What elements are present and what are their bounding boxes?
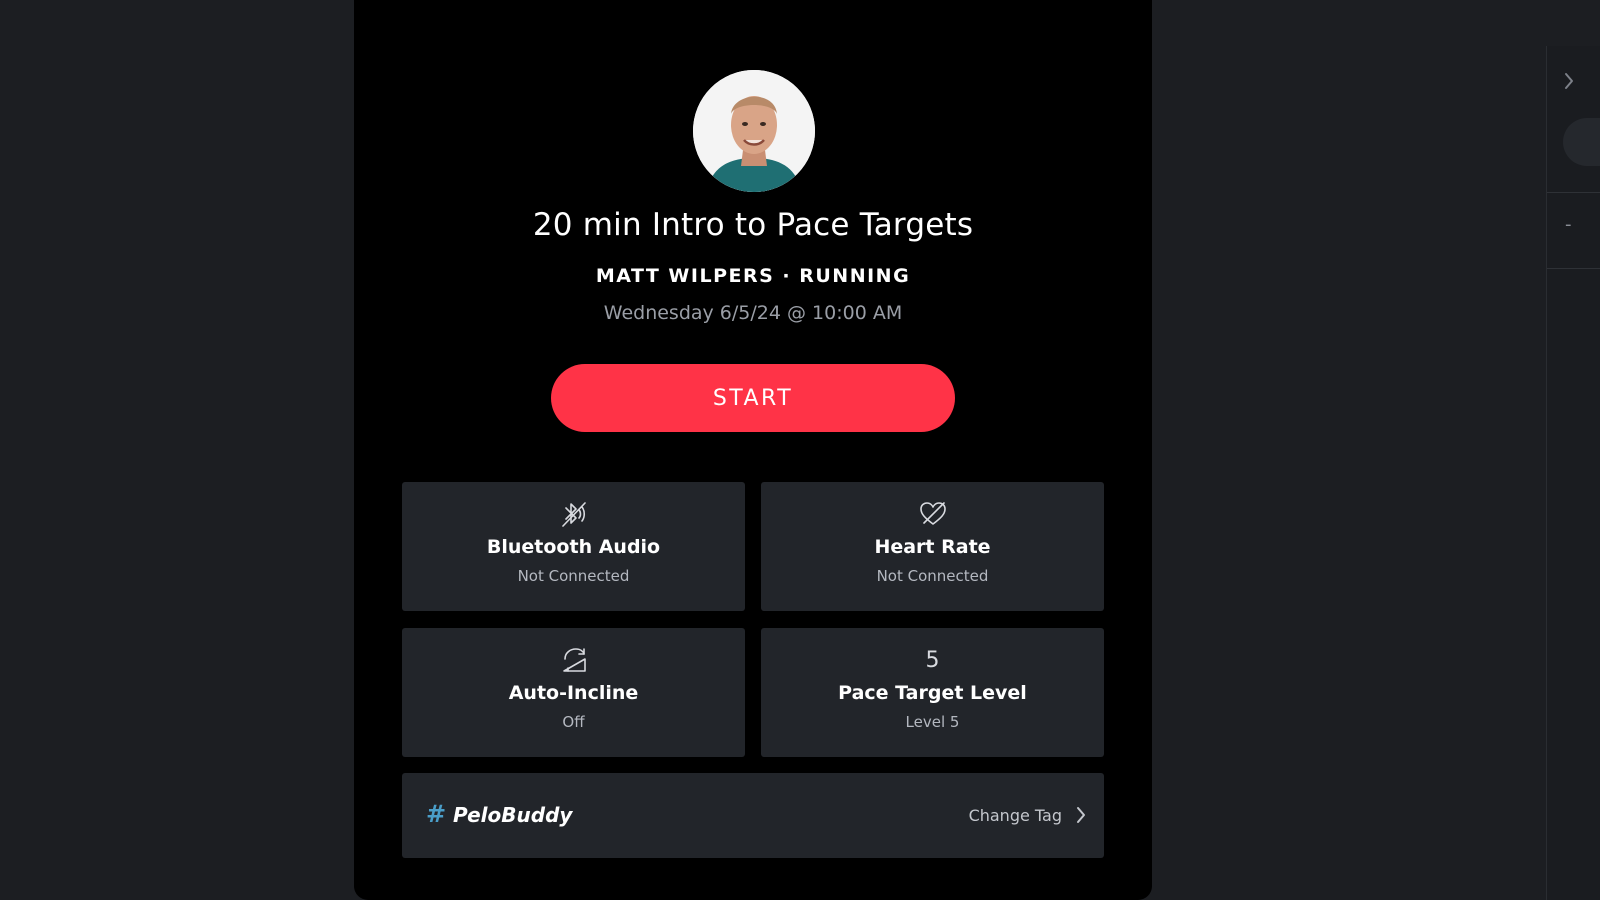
instructor-discipline: MATT WILPERS · RUNNING xyxy=(595,265,911,287)
tag-name: PeloBuddy xyxy=(453,803,573,827)
divider xyxy=(1547,268,1600,269)
pace-target-level-tile[interactable]: 5 Pace Target Level Level 5 xyxy=(761,628,1104,757)
tile-label: Pace Target Level xyxy=(838,682,1027,704)
bluetooth-audio-off-icon xyxy=(402,498,745,530)
change-tag-link[interactable]: Change Tag xyxy=(969,806,1062,825)
side-panel-pill[interactable] xyxy=(1563,118,1600,166)
tile-status: Not Connected xyxy=(517,567,630,585)
divider xyxy=(1547,192,1600,193)
tile-label: Auto-Incline xyxy=(508,682,639,704)
chevron-right-icon[interactable] xyxy=(1074,804,1088,826)
heart-rate-off-icon xyxy=(761,498,1104,530)
hashtag-icon: # xyxy=(426,800,447,828)
class-title: 20 min Intro to Pace Targets xyxy=(532,207,974,243)
bluetooth-audio-tile[interactable]: Bluetooth Audio Not Connected xyxy=(402,482,745,611)
auto-incline-tile[interactable]: Auto-Incline Off xyxy=(402,628,745,757)
auto-incline-icon xyxy=(402,644,745,676)
tile-label: Heart Rate xyxy=(874,536,991,558)
heart-rate-tile[interactable]: Heart Rate Not Connected xyxy=(761,482,1104,611)
tile-status: Level 5 xyxy=(905,713,960,731)
start-button[interactable]: START xyxy=(551,364,955,432)
side-panel-value: - xyxy=(1565,214,1572,235)
tile-status: Off xyxy=(562,713,585,731)
pace-level-number: 5 xyxy=(925,647,940,673)
tile-status: Not Connected xyxy=(876,567,989,585)
tile-label: Bluetooth Audio xyxy=(486,536,661,558)
class-datetime: Wednesday 6/5/24 @ 10:00 AM xyxy=(603,302,903,324)
class-detail-modal: 20 min Intro to Pace Targets MATT WILPER… xyxy=(354,0,1152,900)
tag-bar[interactable]: # PeloBuddy Change Tag xyxy=(402,773,1104,858)
side-panel: - xyxy=(1546,46,1600,900)
chevron-right-icon[interactable] xyxy=(1561,70,1577,92)
instructor-avatar xyxy=(693,70,815,192)
